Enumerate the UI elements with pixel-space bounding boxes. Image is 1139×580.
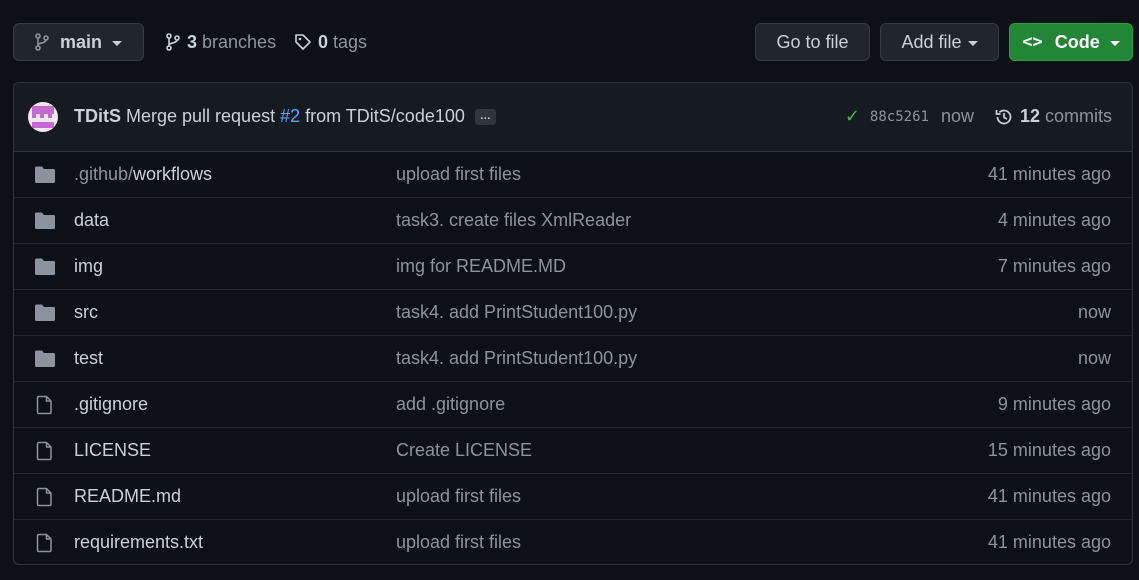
file-name-link[interactable]: requirements.txt: [74, 520, 204, 564]
file-row[interactable]: .gitignore add .gitignore 9 minutes ago: [14, 381, 1132, 427]
file-name: requirements.txt: [74, 532, 204, 552]
file-name-link[interactable]: .github/workflows: [74, 152, 212, 197]
file-name: src: [74, 302, 98, 322]
pull-request-link[interactable]: #2: [280, 106, 300, 127]
go-to-file-label: Go to file: [776, 31, 849, 52]
file-name-link[interactable]: data: [74, 198, 109, 243]
commits-label: commits: [1045, 106, 1112, 126]
branches-link[interactable]: 3 branches: [165, 23, 276, 61]
file-name: workflows: [133, 164, 213, 184]
code-button[interactable]: <> Code: [1009, 23, 1133, 61]
chevron-down-icon: [112, 40, 123, 46]
file-commit-age: 4 minutes ago: [997, 210, 1111, 230]
file-icon: [34, 533, 56, 553]
commit-meta: ✓ 88c5261 now 12 commits: [845, 106, 1112, 127]
file-commit-message[interactable]: task3. create files XmlReader: [396, 198, 631, 243]
repo-toolbar: main 3 branches 0 tags Go to file Add fi…: [13, 23, 1133, 63]
file-browser: TDitS Merge pull request #2 from TDitS/c…: [13, 82, 1133, 565]
file-name-link[interactable]: LICENSE: [74, 428, 151, 473]
folder-icon: [34, 211, 56, 231]
file-commit-age: 41 minutes ago: [987, 532, 1111, 552]
code-icon: <>: [1022, 32, 1043, 52]
file-name-link[interactable]: img: [74, 244, 103, 289]
file-row[interactable]: test task4. add PrintStudent100.py now: [14, 335, 1132, 381]
commit-sha[interactable]: 88c5261: [870, 109, 929, 125]
file-commit-message[interactable]: Create LICENSE: [396, 428, 532, 473]
chevron-down-icon: [1109, 40, 1120, 46]
file-commit-age: 7 minutes ago: [997, 256, 1111, 276]
code-label: Code: [1054, 31, 1100, 52]
file-list: .github/workflows upload first files 41 mi…: [14, 152, 1132, 564]
git-branch-icon: [35, 33, 49, 51]
file-commit-age: now: [1077, 348, 1111, 368]
file-commit-age: 15 minutes ago: [987, 440, 1111, 460]
go-to-file-button[interactable]: Go to file: [755, 23, 870, 61]
file-name: data: [74, 210, 110, 230]
file-icon: [34, 487, 56, 507]
latest-commit-bar: TDitS Merge pull request #2 from TDitS/c…: [14, 83, 1132, 152]
file-commit-age: 41 minutes ago: [987, 486, 1111, 506]
file-row[interactable]: img img for README.MD 7 minutes ago: [14, 243, 1132, 289]
commit-message-suffix[interactable]: from TDitS/code100: [305, 106, 465, 127]
expand-commit-button[interactable]: …: [474, 108, 496, 125]
file-name-link[interactable]: src: [74, 290, 98, 335]
git-branch-icon: [166, 33, 180, 51]
avatar[interactable]: [28, 102, 58, 132]
commit-message: TDitS Merge pull request #2 from TDitS/c…: [74, 106, 496, 127]
file-name: LICENSE: [74, 440, 152, 460]
tag-icon: [295, 34, 311, 50]
file-row[interactable]: README.md upload first files 41 minutes ag…: [14, 473, 1132, 519]
commit-author[interactable]: TDitS: [74, 106, 121, 127]
commit-time: now: [940, 106, 974, 126]
file-commit-message[interactable]: upload first files: [396, 474, 521, 519]
file-row[interactable]: LICENSE Create LICENSE 15 minutes ago: [14, 427, 1132, 473]
file-commit-age: 41 minutes ago: [987, 164, 1111, 184]
add-file-button[interactable]: Add file: [880, 23, 999, 61]
file-row[interactable]: data task3. create files XmlReader 4 minut…: [14, 197, 1132, 243]
chevron-down-icon: [967, 40, 978, 46]
folder-icon: [34, 165, 56, 185]
tags-link[interactable]: 0 tags: [294, 23, 367, 61]
commits-count: 12: [1019, 106, 1040, 126]
file-name: test: [74, 348, 104, 368]
file-name-prefix: .github/: [74, 164, 134, 184]
file-name-link[interactable]: test: [74, 336, 103, 381]
file-icon: [34, 395, 56, 415]
branch-selector-button[interactable]: main: [13, 23, 144, 61]
file-commit-message[interactable]: add .gitignore: [396, 382, 505, 427]
commits-history-link[interactable]: 12 commits: [994, 106, 1112, 127]
branches-label: branches: [202, 31, 277, 52]
file-row[interactable]: src task4. add PrintStudent100.py now: [14, 289, 1132, 335]
add-file-label: Add file: [901, 31, 962, 52]
file-commit-message[interactable]: upload first files: [396, 152, 521, 197]
file-commit-message[interactable]: img for README.MD: [396, 244, 566, 289]
file-name: README.md: [74, 486, 182, 506]
file-name-link[interactable]: README.md: [74, 474, 181, 519]
history-icon: [995, 109, 1012, 124]
tags-label: tags: [333, 31, 368, 52]
file-name-link[interactable]: .gitignore: [74, 382, 148, 427]
file-commit-age: 9 minutes ago: [997, 394, 1111, 414]
folder-icon: [34, 303, 56, 323]
file-name: .gitignore: [74, 394, 149, 414]
branches-count: 3: [187, 31, 198, 52]
file-commit-message[interactable]: task4. add PrintStudent100.py: [396, 336, 637, 381]
file-icon: [34, 441, 56, 461]
file-commit-message[interactable]: task4. add PrintStudent100.py: [396, 290, 637, 335]
folder-icon: [34, 257, 56, 277]
branch-name: main: [60, 31, 103, 52]
file-name: img: [74, 256, 104, 276]
folder-icon: [34, 349, 56, 369]
check-icon[interactable]: ✓: [845, 106, 860, 127]
file-row[interactable]: .github/workflows upload first files 41 mi…: [14, 152, 1132, 197]
file-row[interactable]: requirements.txt upload first files 41 min…: [14, 519, 1132, 564]
file-commit-age: now: [1077, 302, 1111, 322]
tags-count: 0: [318, 31, 329, 52]
file-commit-message[interactable]: upload first files: [396, 520, 521, 564]
commit-message-prefix[interactable]: Merge pull request: [126, 106, 275, 127]
